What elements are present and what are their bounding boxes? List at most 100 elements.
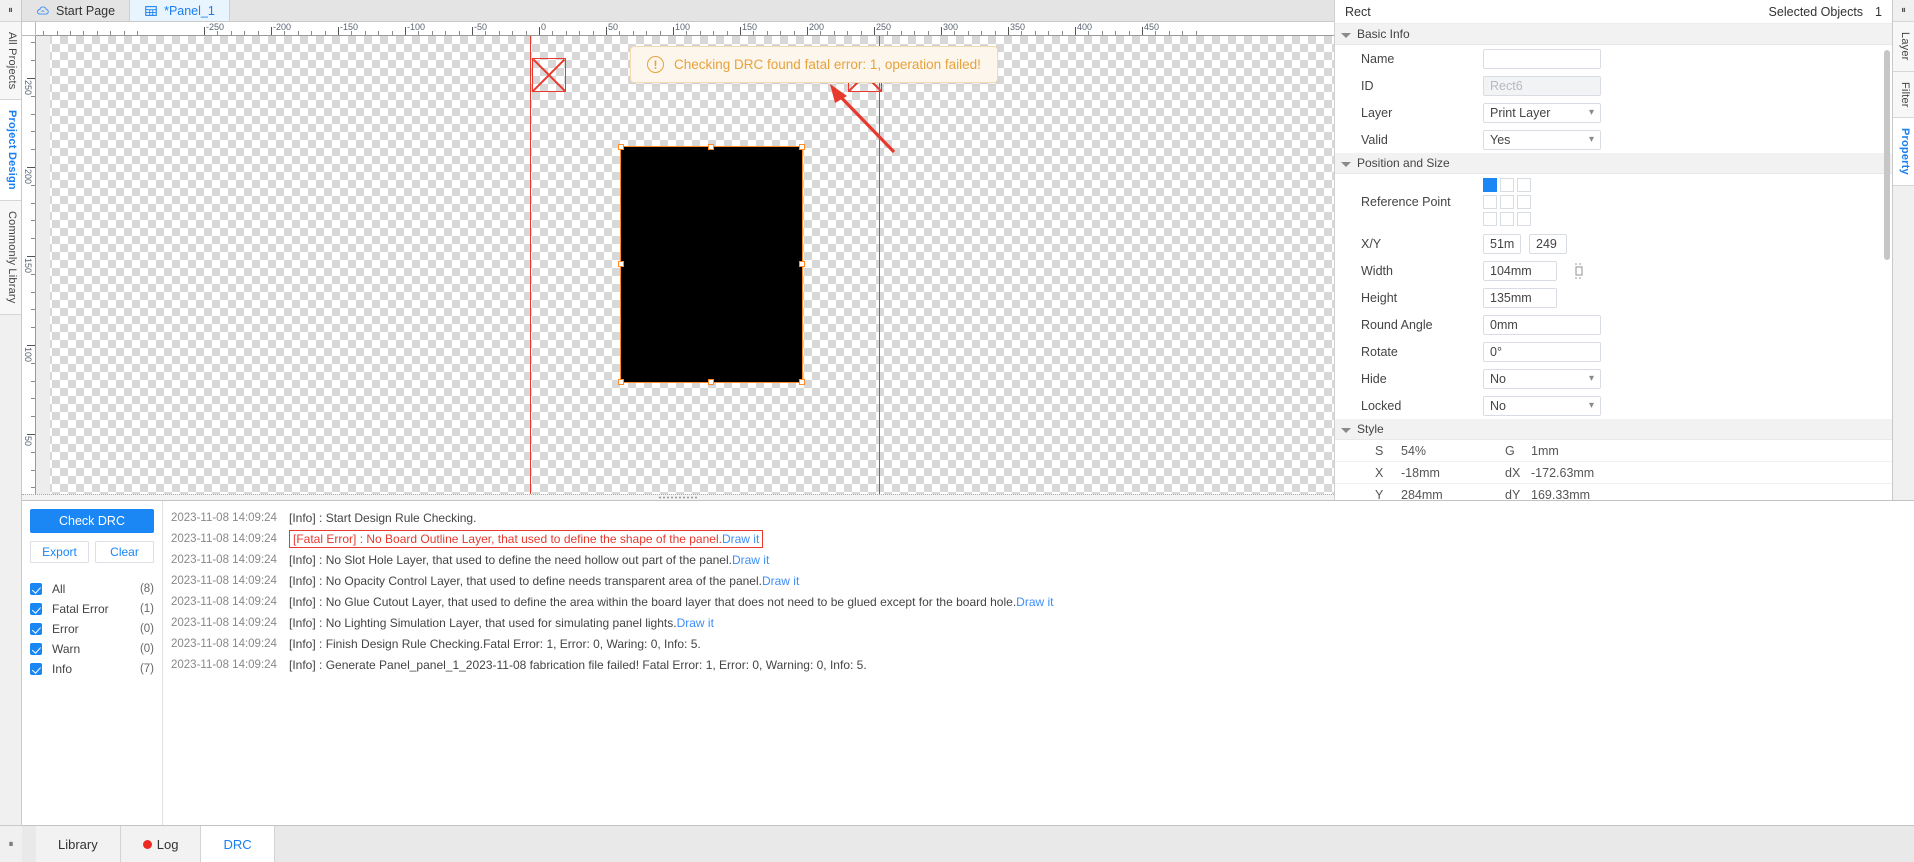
resize-handle-se[interactable] bbox=[799, 379, 805, 385]
chevron-down-icon: ▾ bbox=[1588, 400, 1594, 411]
hide-select[interactable]: No ▾ bbox=[1483, 368, 1601, 389]
drc-filter-info[interactable]: Info (7) bbox=[30, 659, 154, 679]
ruler-tick-minor bbox=[726, 31, 728, 35]
section-basic-info[interactable]: Basic Info bbox=[1335, 24, 1892, 45]
resize-handle-ne[interactable] bbox=[799, 144, 805, 150]
layer-select[interactable]: Print Layer ▾ bbox=[1483, 102, 1601, 123]
ruler-tick-minor bbox=[31, 362, 35, 364]
y-input[interactable]: 249 bbox=[1529, 233, 1567, 254]
resize-handle-nw[interactable] bbox=[618, 144, 624, 150]
section-position-and-size[interactable]: Position and Size bbox=[1335, 153, 1892, 174]
selected-rect-shape[interactable] bbox=[620, 146, 803, 383]
canvas-viewport[interactable] bbox=[36, 36, 1334, 500]
ruler-tick-minor bbox=[31, 398, 35, 400]
filter-label: Error bbox=[52, 622, 79, 636]
refpoint-cell-middle-left[interactable] bbox=[1483, 195, 1497, 209]
resize-handle-n[interactable] bbox=[708, 144, 714, 150]
field-id: ID Rect6 bbox=[1335, 72, 1892, 99]
ruler-label: 300 bbox=[943, 22, 959, 32]
design-canvas[interactable]: -250 -200 -150 -100 -50 0 50 100 150 200 250 300 350… bbox=[22, 22, 1334, 500]
checkbox-icon[interactable] bbox=[30, 663, 42, 675]
refpoint-cell-top-left[interactable] bbox=[1483, 178, 1497, 192]
property-scrollbar[interactable] bbox=[1884, 50, 1890, 260]
name-input[interactable] bbox=[1483, 48, 1601, 69]
width-input[interactable]: 104mm bbox=[1483, 260, 1557, 281]
tab-library[interactable]: Library bbox=[36, 826, 121, 862]
draw-it-link[interactable]: Draw it bbox=[762, 574, 799, 588]
checkbox-icon[interactable] bbox=[30, 603, 42, 615]
sidebar-item-commonly-library[interactable]: Commonly Library bbox=[0, 201, 21, 315]
tab-panel-1[interactable]: *Panel_1 bbox=[130, 0, 230, 21]
sidebar-item-label: Layer bbox=[1899, 32, 1911, 61]
style-value: 169.33mm bbox=[1531, 487, 1591, 501]
drc-error-toast: ! Checking DRC found fatal error: 1, ope… bbox=[630, 46, 998, 83]
refpoint-cell-bottom-left[interactable] bbox=[1483, 212, 1497, 226]
locked-select[interactable]: No ▾ bbox=[1483, 395, 1601, 416]
style-row: X -18mm dX -172.63mm bbox=[1335, 462, 1892, 484]
rotate-input[interactable]: 0° bbox=[1483, 341, 1601, 362]
round-angle-input[interactable]: 0mm bbox=[1483, 314, 1601, 335]
resize-handle-sw[interactable] bbox=[618, 379, 624, 385]
refpoint-cell-top-center[interactable] bbox=[1500, 178, 1514, 192]
check-drc-button[interactable]: Check DRC bbox=[30, 509, 154, 533]
refpoint-cell-middle-center[interactable] bbox=[1500, 195, 1514, 209]
drc-log-list[interactable]: 2023-11-08 14:09:24 [Info] : Start Design… bbox=[163, 501, 1914, 825]
ruler-tick-minor bbox=[43, 31, 45, 35]
ruler-tick-minor bbox=[753, 31, 755, 35]
sidebar-item-filter[interactable]: Filter bbox=[1893, 71, 1914, 119]
red-dot-icon bbox=[142, 839, 152, 849]
refpoint-cell-top-right[interactable] bbox=[1517, 178, 1531, 192]
tab-log[interactable]: Log bbox=[120, 826, 202, 862]
sidebar-item-project-design[interactable]: Project Design bbox=[0, 100, 21, 202]
lock-aspect-ratio-icon[interactable] bbox=[1571, 262, 1587, 280]
object-type-label: Rect bbox=[1345, 4, 1371, 19]
draw-it-link[interactable]: Draw it bbox=[722, 532, 759, 546]
draw-it-link[interactable]: Draw it bbox=[677, 616, 714, 630]
height-input[interactable]: 135mm bbox=[1483, 287, 1557, 308]
sidebar-item-all-projects[interactable]: All Projects bbox=[0, 22, 21, 101]
section-style[interactable]: Style bbox=[1335, 419, 1892, 440]
tab-start-page[interactable]: Start Page bbox=[22, 0, 131, 21]
refpoint-cell-bottom-right[interactable] bbox=[1517, 212, 1531, 226]
checkbox-icon[interactable] bbox=[30, 643, 42, 655]
ruler-tick-minor bbox=[713, 31, 715, 35]
log-message: [Info] : Generate Panel_panel_1_2023-11-… bbox=[289, 657, 867, 672]
checkbox-icon[interactable] bbox=[30, 623, 42, 635]
sidebar-item-property[interactable]: Property bbox=[1893, 118, 1914, 187]
pin-icon[interactable]: ⏸ bbox=[1893, 0, 1914, 22]
tab-drc[interactable]: DRC bbox=[201, 826, 275, 862]
valid-select[interactable]: Yes ▾ bbox=[1483, 129, 1601, 150]
style-value: 54% bbox=[1401, 443, 1427, 458]
property-scroll-area[interactable]: Basic Info Name ID Rect6 Layer Print Lay… bbox=[1335, 24, 1892, 500]
canvas-splitter[interactable] bbox=[22, 494, 1334, 500]
ruler-tick-minor bbox=[418, 31, 420, 35]
ruler-tick-minor bbox=[31, 202, 35, 204]
clear-button[interactable]: Clear bbox=[95, 541, 154, 563]
draw-it-link[interactable]: Draw it bbox=[732, 553, 769, 567]
refpoint-cell-middle-right[interactable] bbox=[1517, 195, 1531, 209]
export-button[interactable]: Export bbox=[30, 541, 89, 563]
filter-count: (8) bbox=[139, 583, 154, 595]
ruler-tick-minor bbox=[900, 31, 902, 35]
resize-handle-s[interactable] bbox=[708, 379, 714, 385]
reference-point-grid[interactable] bbox=[1483, 178, 1531, 226]
sidebar-item-layer[interactable]: Layer bbox=[1893, 22, 1914, 72]
ruler-tick-minor bbox=[954, 31, 956, 35]
pin-icon[interactable]: ⏸ bbox=[0, 0, 21, 22]
resize-handle-e[interactable] bbox=[799, 261, 805, 267]
log-row: 2023-11-08 14:09:24 [Info] : Generate Pan… bbox=[163, 654, 1914, 675]
ruler-tick-minor bbox=[351, 31, 353, 35]
ruler-tick-minor bbox=[967, 31, 969, 35]
bottom-pin-icon[interactable]: ⏸ bbox=[0, 825, 22, 862]
resize-handle-w[interactable] bbox=[618, 261, 624, 267]
draw-it-link[interactable]: Draw it bbox=[1016, 595, 1053, 609]
drc-filter-all[interactable]: All (8) bbox=[30, 579, 154, 599]
drc-filter-warn[interactable]: Warn (0) bbox=[30, 639, 154, 659]
ruler-tick-minor bbox=[31, 42, 35, 44]
x-input[interactable]: 51m bbox=[1483, 233, 1521, 254]
refpoint-cell-bottom-center[interactable] bbox=[1500, 212, 1514, 226]
drc-filter-error[interactable]: Error (0) bbox=[30, 619, 154, 639]
horizontal-ruler: -250 -200 -150 -100 -50 0 50 100 150 200 250 300 350… bbox=[36, 22, 1334, 36]
drc-filter-fatal-error[interactable]: Fatal Error (1) bbox=[30, 599, 154, 619]
checkbox-icon[interactable] bbox=[30, 583, 42, 595]
